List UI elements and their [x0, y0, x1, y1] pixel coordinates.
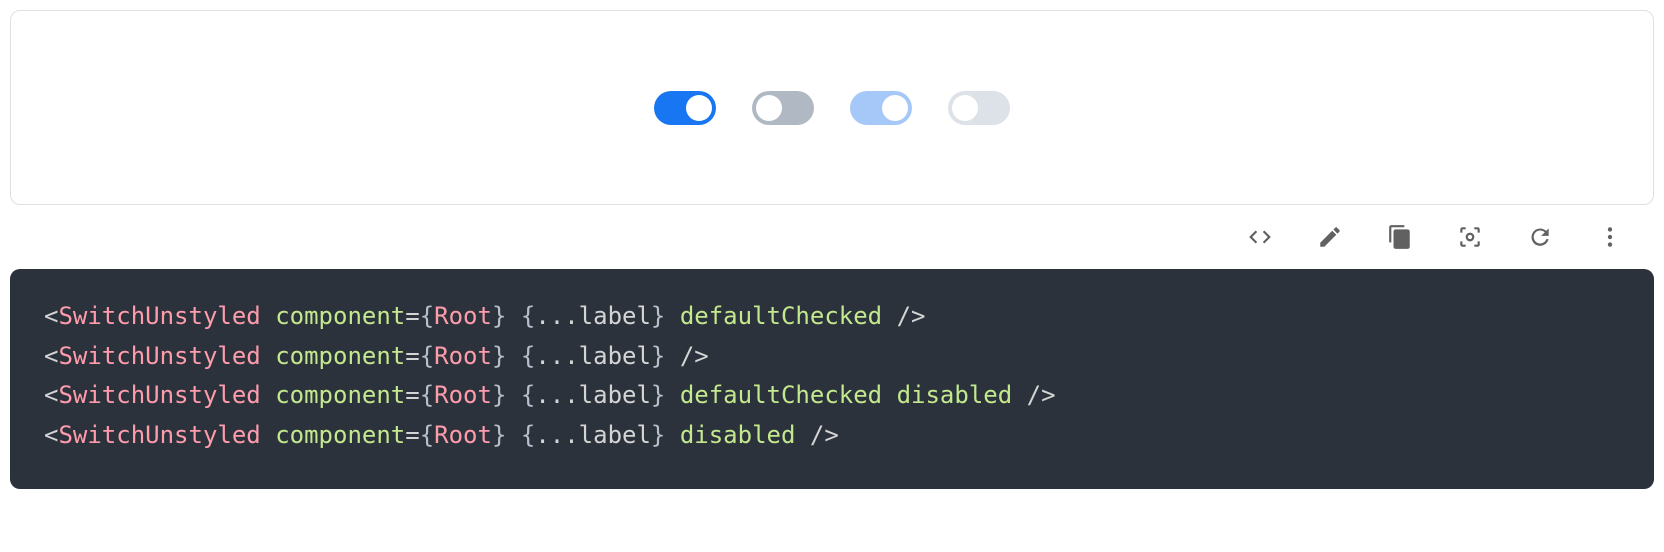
switch-on[interactable] [654, 91, 716, 125]
switch-thumb [686, 95, 712, 121]
code-block: <SwitchUnstyled component={Root} {...lab… [10, 269, 1654, 489]
demo-toolbar [10, 205, 1654, 269]
copy-icon[interactable] [1386, 223, 1414, 251]
capture-icon[interactable] [1456, 223, 1484, 251]
switch-thumb [952, 95, 978, 121]
reset-icon[interactable] [1526, 223, 1554, 251]
switch-off[interactable] [752, 91, 814, 125]
more-icon[interactable] [1596, 223, 1624, 251]
switch-thumb [882, 95, 908, 121]
switch-off-disabled [948, 91, 1010, 125]
switch-on-disabled [850, 91, 912, 125]
code-icon[interactable] [1246, 223, 1274, 251]
edit-icon[interactable] [1316, 223, 1344, 251]
demo-preview [10, 10, 1654, 205]
switch-thumb [756, 95, 782, 121]
